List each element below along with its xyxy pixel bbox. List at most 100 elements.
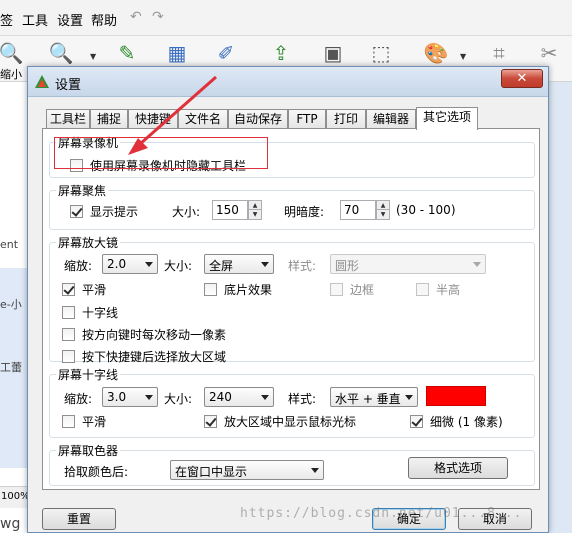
show-cursor-checkbox[interactable] [204,415,217,428]
reset-button[interactable]: 重置 [42,508,116,530]
tab-capture[interactable]: 捕捉 [90,109,128,129]
zoom-status: 100% [0,486,30,508]
chevron-up-icon[interactable]: ▲ [249,201,261,210]
window-capture-icon[interactable]: ▦ [164,40,190,66]
toolbar-label: 缩小 [0,68,22,81]
checkbox-label: 显示提示 [90,205,139,219]
chevron-down-icon[interactable]: ▼ [90,52,96,61]
tab-filename[interactable]: 文件名 [178,109,228,129]
settings-tabs: 工具栏 捕捉 快捷键 文件名 自动保存 FTP 打印 编辑器 其它选项 [42,107,542,130]
select-value: 在窗口中显示 [175,465,248,479]
watermark: https://blog.csdn.net/u01...8... [240,506,523,521]
tab-ftp[interactable]: FTP [288,109,326,129]
group-color-picker: 屏幕取色器 拾取颜色后: 在窗口中显示 格式选项 [49,442,535,486]
crosshair-zoom-label: 缩放: [64,392,93,406]
zoom-in-icon[interactable]: 🔍 [48,40,74,66]
dialog-title: 设置 [55,78,82,93]
dialog-titlebar[interactable]: 设置 ✕ [28,67,548,97]
select-value: 240 [209,390,232,404]
scissors-icon[interactable]: ✂ [536,40,562,66]
focus-size-label: 大小: [172,205,201,219]
crop-icon[interactable]: ⌗ [486,40,512,66]
magnifier-style-select[interactable]: 圆形 [330,254,486,274]
select-value: 2.0 [107,257,127,271]
border-checkbox[interactable] [330,283,343,296]
close-button[interactable]: ✕ [501,69,543,88]
magnifier-style-label: 样式: [288,259,317,273]
menu-item-tag[interactable]: 签 [0,10,13,29]
group-title: 屏幕聚焦 [56,182,109,199]
select-value: 全屏 [209,259,234,273]
crosshair-checkbox[interactable] [62,306,75,319]
focus-dim-input[interactable]: 70 [340,200,376,220]
paint-icon[interactable]: ✎ [114,40,140,66]
chevron-down-icon [405,395,413,400]
palette-icon[interactable]: 🎨 [423,40,449,66]
crosshair-color-swatch[interactable] [426,386,486,406]
magnifier-zoom-select[interactable]: 2.0 [102,254,158,274]
magnifier-size-label: 大小: [164,259,193,273]
focus-dim-stepper[interactable]: ▲ ▼ [376,200,390,220]
checkbox-label: 底片效果 [224,283,273,297]
tab-panel-other-options: 屏幕录像机 使用屏幕录像机时隐藏工具栏 屏幕聚焦 显示提示 大小: 150 ▲ … [42,128,540,490]
tab-hotkeys[interactable]: 快捷键 [128,109,178,129]
redo-icon[interactable]: ↷ [152,9,164,25]
group-screen-crosshair: 屏幕十字线 缩放: 3.0 大小: 240 样式: 水平 + 垂直 平滑 放大区… [49,366,535,438]
canvas-text: 工蕾 [0,361,22,374]
tab-toolbar[interactable]: 工具栏 [46,109,90,129]
checkbox-label: 平滑 [82,415,107,429]
thin-line-checkbox[interactable] [410,415,423,428]
half-height-checkbox[interactable] [416,283,429,296]
select-zoom-area-checkbox[interactable] [62,350,75,363]
zoom-out-icon[interactable]: 🔍 [0,40,24,66]
menu-item-tools[interactable]: 工具 [22,10,48,29]
app-canvas-right [548,82,572,533]
select-value: 水平 + 垂直 [335,392,401,406]
canvas-text: e-小 [0,298,22,311]
crosshair-zoom-select[interactable]: 3.0 [102,387,158,407]
group-title: 屏幕放大镜 [56,234,121,251]
chevron-down-icon[interactable]: ▼ [460,52,466,61]
tab-other-options[interactable]: 其它选项 [416,107,478,130]
checkbox-label: 半高 [436,283,461,297]
show-hint-checkbox[interactable] [70,205,83,218]
group-title: 屏幕十字线 [56,366,121,383]
tab-editor[interactable]: 编辑器 [366,109,416,129]
crosshair-size-select[interactable]: 240 [204,387,274,407]
chevron-down-icon[interactable]: ▼ [377,210,389,219]
app-canvas-left: ent e-小 工蕾 wg [0,82,30,533]
app-menubar: 签 工具 设置 帮助 ↶ ↷ [0,0,572,36]
format-options-button[interactable]: 格式选项 [408,457,508,479]
frame-icon[interactable]: ▣ [320,40,346,66]
magnifier-size-select[interactable]: 全屏 [204,254,274,274]
crosshair-style-label: 样式: [288,392,317,406]
magnifier-smooth-checkbox[interactable] [62,283,75,296]
focus-size-input[interactable]: 150 [212,200,248,220]
arrow-move-pixel-checkbox[interactable] [62,328,75,341]
region-icon[interactable]: ⬚ [368,40,394,66]
checkbox-label: 十字线 [82,306,119,320]
menu-item-help[interactable]: 帮助 [91,10,117,29]
chevron-down-icon [473,262,481,267]
crosshair-smooth-checkbox[interactable] [62,415,75,428]
chevron-up-icon[interactable]: ▲ [377,201,389,210]
canvas-text: wg [0,516,21,532]
checkbox-label: 细微 (1 像素) [430,415,503,429]
tab-autosave[interactable]: 自动保存 [228,109,288,129]
chevron-down-icon[interactable]: ▼ [249,210,261,219]
chevron-down-icon [261,262,269,267]
focus-size-stepper[interactable]: ▲ ▼ [248,200,262,220]
crosshair-size-label: 大小: [164,392,193,406]
crosshair-style-select[interactable]: 水平 + 垂直 [330,387,418,407]
select-value: 圆形 [335,259,360,273]
tab-print[interactable]: 打印 [326,109,366,129]
upload-icon[interactable]: ⇪ [268,40,294,66]
magnifier-zoom-label: 缩放: [64,259,93,273]
negative-effect-checkbox[interactable] [204,283,217,296]
chevron-down-icon [311,468,319,473]
after-pick-select[interactable]: 在窗口中显示 [170,460,324,480]
menu-item-settings[interactable]: 设置 [57,10,83,29]
undo-icon[interactable]: ↶ [130,9,142,25]
checkbox-label: 平滑 [82,283,107,297]
edit-image-icon[interactable]: ✐ [213,40,239,66]
